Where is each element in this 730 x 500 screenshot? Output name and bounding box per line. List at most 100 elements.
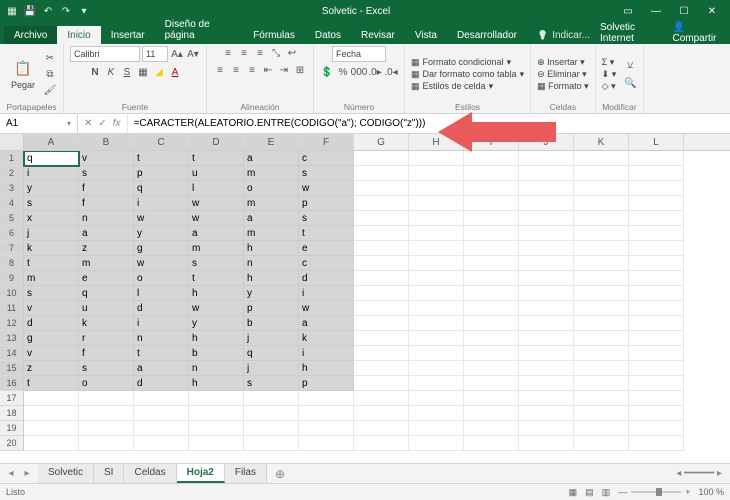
cell[interactable]: m (244, 226, 299, 241)
align-center-icon[interactable]: ≡ (229, 63, 243, 77)
cell[interactable]: y (189, 316, 244, 331)
cell[interactable] (354, 166, 409, 181)
sheet-tab[interactable]: Celdas (124, 464, 176, 483)
cell[interactable]: s (299, 166, 354, 181)
cell[interactable] (354, 391, 409, 406)
sheet-tab[interactable]: SI (94, 464, 124, 483)
tab-insert[interactable]: Insertar (101, 26, 155, 44)
cell[interactable] (354, 286, 409, 301)
cell[interactable] (574, 406, 629, 421)
column-header[interactable]: G (354, 134, 409, 150)
cell[interactable] (629, 316, 684, 331)
cell[interactable]: q (244, 346, 299, 361)
cell[interactable] (409, 211, 464, 226)
view-layout-icon[interactable]: ▤ (585, 487, 594, 498)
cell[interactable]: t (134, 346, 189, 361)
spreadsheet-grid[interactable]: ABCDEFGHIJKL 1qvttac2ispums3yfqlow4sfiwm… (0, 134, 730, 464)
cell[interactable]: a (189, 226, 244, 241)
row-header[interactable]: 1 (0, 151, 24, 166)
cell[interactable] (464, 331, 519, 346)
cell[interactable] (354, 301, 409, 316)
fill-icon[interactable]: ⬇ ▾ (602, 69, 617, 80)
cell[interactable] (189, 421, 244, 436)
sort-filter-icon[interactable]: ⚺ (623, 58, 637, 72)
cell[interactable]: s (79, 361, 134, 376)
cell[interactable] (629, 361, 684, 376)
cell[interactable] (79, 421, 134, 436)
cell[interactable]: o (79, 376, 134, 391)
cell[interactable]: v (24, 346, 79, 361)
cell[interactable]: i (299, 346, 354, 361)
cell[interactable]: b (189, 346, 244, 361)
cell[interactable] (354, 346, 409, 361)
cell[interactable] (409, 241, 464, 256)
cell[interactable]: h (189, 376, 244, 391)
border-icon[interactable]: ▦ (136, 65, 150, 79)
cell[interactable] (409, 301, 464, 316)
select-all-corner[interactable] (0, 134, 24, 150)
cell[interactable] (189, 391, 244, 406)
cell[interactable] (464, 316, 519, 331)
cell[interactable] (629, 181, 684, 196)
cell[interactable] (464, 346, 519, 361)
tab-developer[interactable]: Desarrollador (447, 26, 527, 44)
cell[interactable] (409, 421, 464, 436)
row-header[interactable]: 19 (0, 421, 24, 436)
row-header[interactable]: 5 (0, 211, 24, 226)
cell[interactable]: f (79, 181, 134, 196)
cell[interactable] (519, 346, 574, 361)
cell[interactable] (519, 196, 574, 211)
row-header[interactable]: 4 (0, 196, 24, 211)
cell[interactable]: d (134, 301, 189, 316)
cell[interactable]: p (299, 376, 354, 391)
cell[interactable] (299, 421, 354, 436)
align-right-icon[interactable]: ≡ (245, 63, 259, 77)
indent-more-icon[interactable]: ⇥ (277, 63, 291, 77)
cell[interactable]: s (244, 376, 299, 391)
shrink-font-icon[interactable]: A▾ (186, 47, 200, 61)
cell[interactable]: i (134, 316, 189, 331)
cell[interactable]: q (24, 151, 79, 166)
cell[interactable] (354, 421, 409, 436)
cell[interactable] (629, 271, 684, 286)
cell[interactable] (409, 331, 464, 346)
row-header[interactable]: 6 (0, 226, 24, 241)
cell[interactable] (519, 226, 574, 241)
bold-icon[interactable]: N (88, 65, 102, 79)
cell[interactable] (79, 406, 134, 421)
cell[interactable] (629, 436, 684, 451)
cell[interactable]: a (299, 316, 354, 331)
cell[interactable] (574, 346, 629, 361)
cell[interactable] (574, 241, 629, 256)
cell[interactable] (464, 241, 519, 256)
cell[interactable] (519, 181, 574, 196)
cell[interactable] (24, 391, 79, 406)
tab-data[interactable]: Datos (305, 26, 351, 44)
currency-icon[interactable]: 💲 (320, 65, 334, 79)
cell[interactable]: g (134, 241, 189, 256)
font-size-combo[interactable]: 11 (142, 46, 168, 62)
cell[interactable] (519, 286, 574, 301)
cell[interactable] (629, 376, 684, 391)
column-header[interactable]: C (134, 134, 189, 150)
column-header[interactable]: B (79, 134, 134, 150)
cell[interactable]: d (299, 271, 354, 286)
cell[interactable] (574, 181, 629, 196)
cell[interactable]: i (24, 166, 79, 181)
cell[interactable] (354, 271, 409, 286)
percent-icon[interactable]: % (336, 65, 350, 79)
cell[interactable]: j (24, 226, 79, 241)
format-as-table-button[interactable]: ▦ Dar formato como tabla ▾ (411, 69, 524, 80)
cell[interactable] (354, 181, 409, 196)
cell[interactable] (134, 406, 189, 421)
increase-decimal-icon[interactable]: .0▸ (368, 65, 382, 79)
indent-less-icon[interactable]: ⇤ (261, 63, 275, 77)
cell[interactable] (79, 436, 134, 451)
cell[interactable]: h (189, 331, 244, 346)
tab-formulas[interactable]: Fórmulas (243, 26, 305, 44)
cell[interactable] (354, 361, 409, 376)
cell[interactable]: k (79, 316, 134, 331)
user-name[interactable]: Solvetic Internet (600, 22, 662, 44)
cell[interactable] (519, 421, 574, 436)
add-sheet-button[interactable]: ⊕ (267, 467, 293, 481)
